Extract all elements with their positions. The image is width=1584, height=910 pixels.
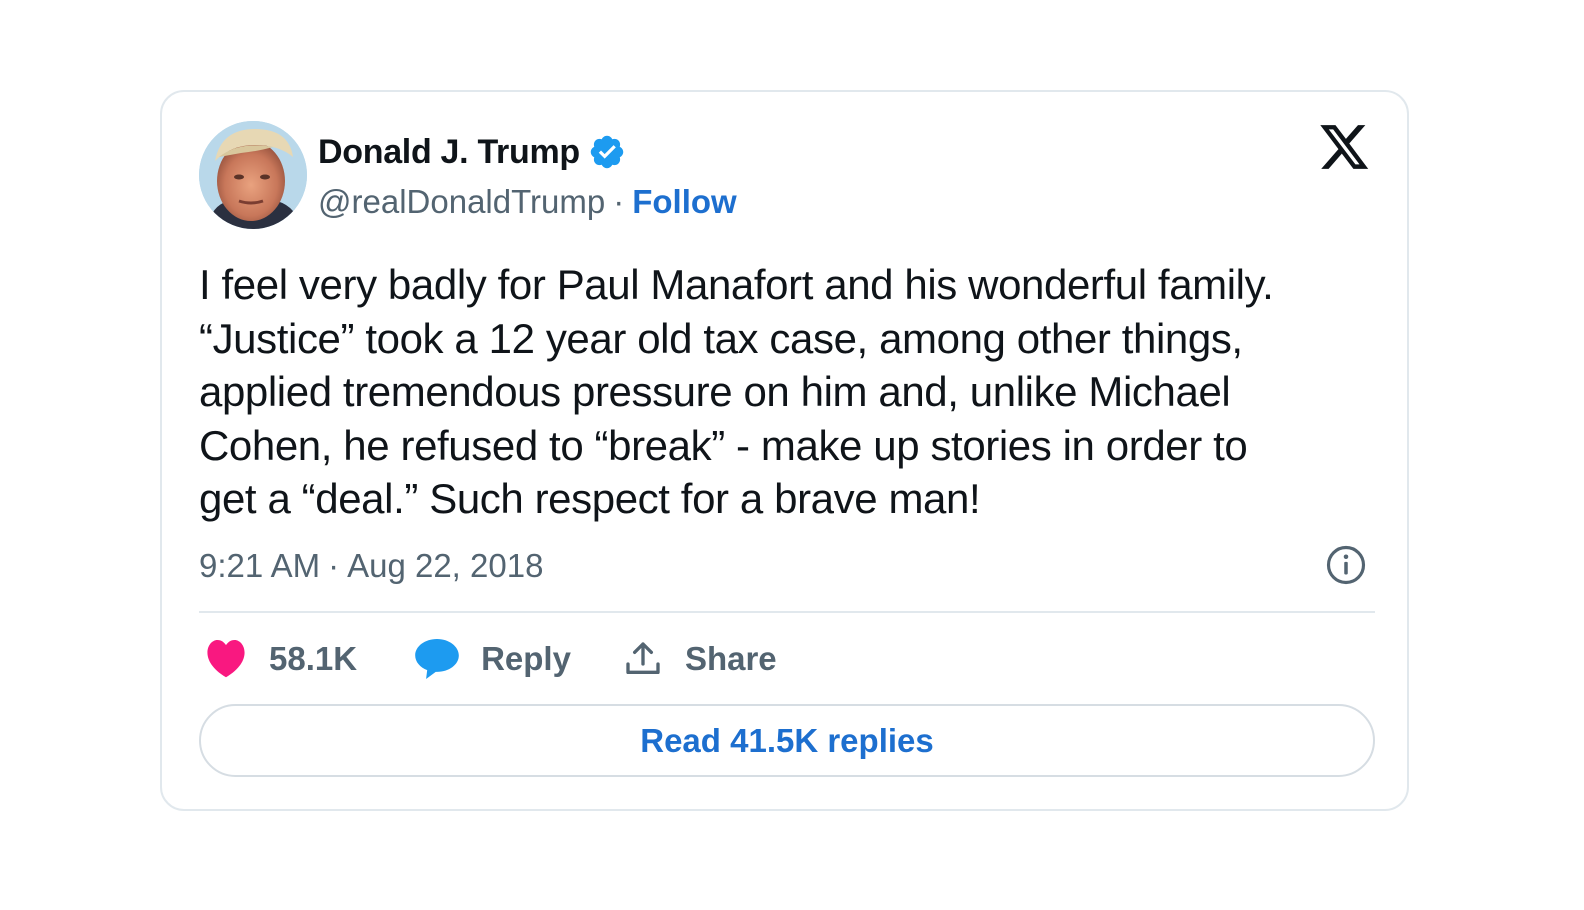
tweet-actions: 58.1K Reply Share: [199, 632, 777, 686]
tweet-text-line: Cohen, he refused to “break” - make up s…: [199, 421, 1248, 469]
tweet-timestamp[interactable]: 9:21 AM · Aug 22, 2018: [199, 543, 543, 589]
x-logo-icon[interactable]: [1320, 125, 1370, 171]
like-button[interactable]: 58.1K: [205, 640, 357, 678]
like-count: 58.1K: [269, 640, 358, 677]
author-handle-row: @realDonaldTrump · Follow: [318, 180, 737, 224]
tweet-text-line: get a “deal.” Such respect for a brave m…: [199, 475, 981, 522]
share-label: Share: [684, 640, 777, 677]
info-icon[interactable]: [1325, 544, 1367, 586]
tweet-time: 9:21 AM: [199, 547, 321, 584]
separator-dot: ·: [613, 183, 625, 220]
divider: [199, 611, 1375, 613]
share-icon: [626, 642, 660, 674]
author-name-row: Donald J. Trump: [318, 130, 626, 174]
avatar[interactable]: [199, 121, 307, 229]
tweet-text-line: applied tremendous pressure on him and, …: [199, 368, 1231, 415]
tweet-date: Aug 22, 2018: [347, 547, 544, 584]
tweet-text: I feel very badly for Paul Manafort and …: [199, 258, 1379, 526]
heart-icon: [207, 640, 245, 678]
separator-dot: ·: [328, 547, 340, 584]
reply-button[interactable]: Reply: [415, 639, 571, 679]
author-handle[interactable]: @realDonaldTrump: [318, 183, 605, 221]
tweet-text-line: I feel very badly for Paul Manafort and …: [199, 261, 1274, 308]
follow-button[interactable]: Follow: [632, 183, 736, 221]
reply-label: Reply: [481, 640, 571, 677]
profile-photo-icon: [199, 121, 307, 229]
verified-badge-icon: [588, 133, 626, 171]
author-display-name[interactable]: Donald J. Trump: [318, 133, 580, 172]
share-button[interactable]: Share: [623, 639, 777, 679]
tweet-text-line: “Justice” took a 12 year old tax case, a…: [199, 314, 1243, 362]
tweet-card: Donald J. Trump @realDonaldTrump · Follo…: [160, 90, 1409, 811]
speech-bubble-icon: [415, 639, 459, 679]
read-replies-button[interactable]: Read 41.5K replies: [199, 704, 1375, 777]
